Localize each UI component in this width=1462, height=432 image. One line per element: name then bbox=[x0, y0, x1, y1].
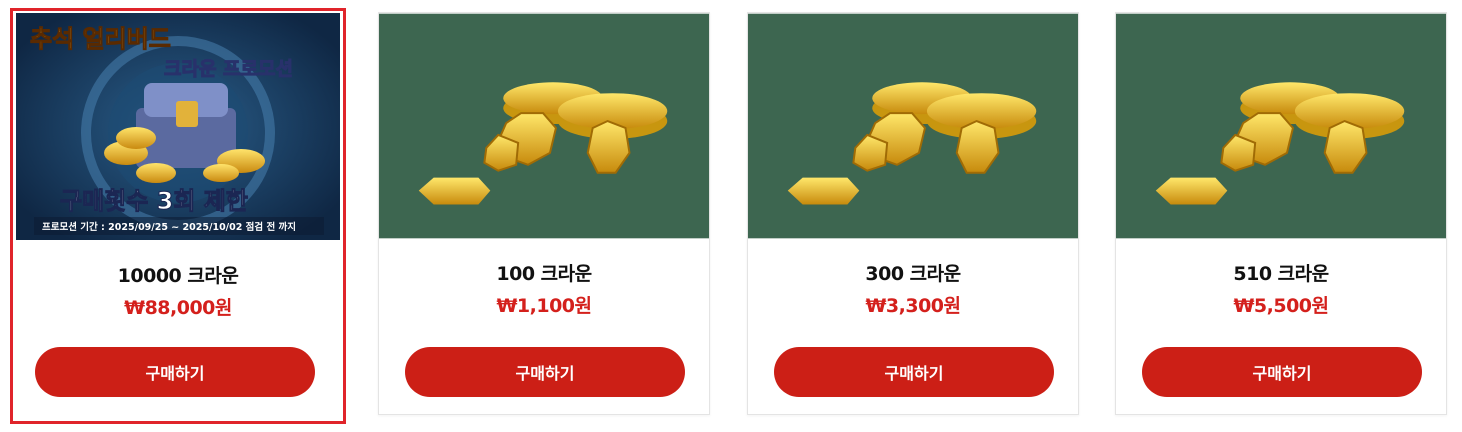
promo-subtitle: 크라운 프로모션 bbox=[164, 58, 293, 80]
coin-image bbox=[748, 13, 1078, 239]
product-name: 510 크라운 bbox=[1233, 263, 1329, 285]
coin-image bbox=[1116, 13, 1446, 239]
product-price: ₩5,500원 bbox=[1233, 295, 1329, 317]
buy-button[interactable]: 구매하기 bbox=[405, 347, 685, 397]
promo-period: 프로모션 기간 : 2025/09/25 ~ 2025/10/02 점검 전 까… bbox=[42, 221, 296, 233]
buy-button[interactable]: 구매하기 bbox=[35, 347, 315, 397]
product-card-100[interactable]: 100 크라운 ₩1,100원 구매하기 bbox=[378, 12, 710, 415]
coin-graphic bbox=[1116, 13, 1446, 239]
product-card-300[interactable]: 300 크라운 ₩3,300원 구매하기 bbox=[747, 12, 1079, 415]
promo-limit: 구매횟수 3회 제한 bbox=[60, 187, 248, 215]
coin-graphic bbox=[379, 13, 709, 239]
product-name: 10000 크라운 bbox=[117, 265, 239, 287]
product-price: ₩3,300원 bbox=[865, 295, 961, 317]
buy-button[interactable]: 구매하기 bbox=[1142, 347, 1422, 397]
product-card-10000[interactable]: 추석 얼리버드 크라운 프로모션 구매횟수 3회 제한 프로모션 기간 : 20… bbox=[10, 8, 346, 424]
buy-button[interactable]: 구매하기 bbox=[774, 347, 1054, 397]
product-card-510[interactable]: 510 크라운 ₩5,500원 구매하기 bbox=[1115, 12, 1447, 415]
product-name: 100 크라운 bbox=[496, 263, 592, 285]
product-price: ₩1,100원 bbox=[496, 295, 592, 317]
product-price: ₩88,000원 bbox=[124, 297, 232, 319]
coin-image bbox=[379, 13, 709, 239]
promo-banner-graphic: 추석 얼리버드 크라운 프로모션 구매횟수 3회 제한 프로모션 기간 : 20… bbox=[16, 13, 340, 240]
product-grid: 추석 얼리버드 크라운 프로모션 구매횟수 3회 제한 프로모션 기간 : 20… bbox=[0, 0, 1462, 432]
promo-banner-image: 추석 얼리버드 크라운 프로모션 구매횟수 3회 제한 프로모션 기간 : 20… bbox=[16, 13, 340, 240]
coin-graphic bbox=[748, 13, 1078, 239]
product-name: 300 크라운 bbox=[865, 263, 961, 285]
promo-title: 추석 얼리버드 bbox=[30, 25, 171, 53]
